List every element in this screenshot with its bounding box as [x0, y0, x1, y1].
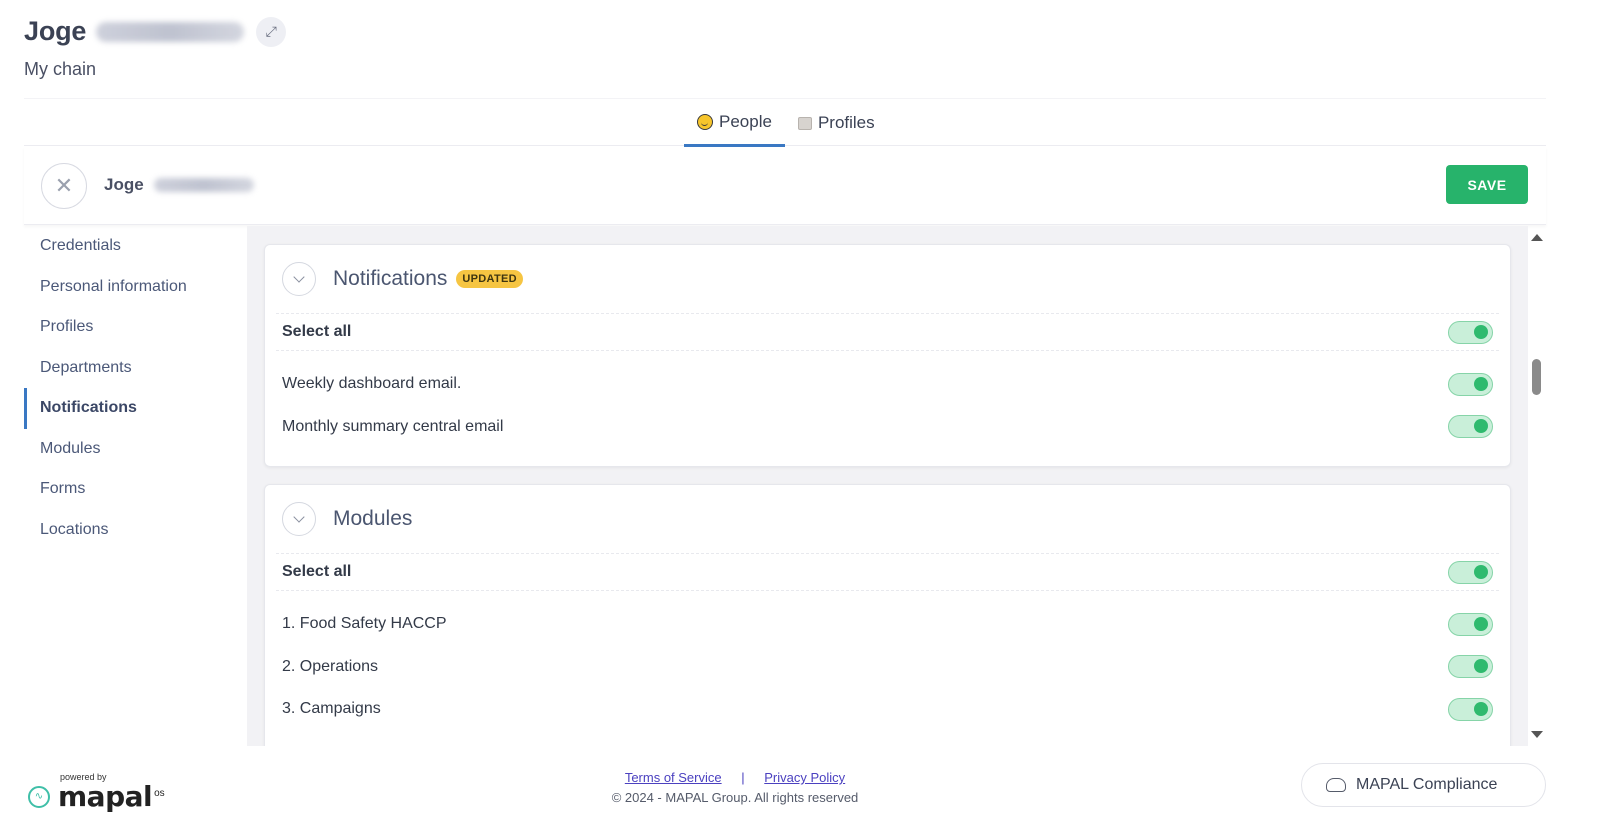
scrollbar[interactable] — [1528, 226, 1546, 746]
page-title: Joge — [24, 16, 87, 46]
sidebar-item-profiles[interactable]: Profiles — [24, 307, 246, 348]
list-item: 2. Operations — [265, 646, 1510, 689]
notifications-card: Notifications UPDATED Select all Weekly … — [264, 244, 1511, 467]
item-label: Monthly summary central email — [282, 417, 504, 435]
close-button[interactable]: ✕ — [41, 163, 87, 209]
link-separator: | — [741, 770, 745, 785]
item-label: Weekly dashboard email. — [282, 375, 462, 393]
item-label: 1. Food Safety HACCP — [282, 615, 447, 633]
cloud-icon — [1326, 778, 1346, 792]
item-toggle[interactable] — [1448, 697, 1493, 721]
select-all-row: Select all — [276, 553, 1499, 591]
page-header: Joge ⤢ My chain — [24, 16, 287, 80]
chevron-down-icon[interactable] — [282, 262, 316, 296]
blurred-surname — [153, 178, 254, 192]
list-item: 3. Campaigns — [265, 688, 1510, 731]
tabs-bar: People Profiles — [24, 98, 1546, 147]
expand-icon[interactable]: ⤢ — [256, 16, 287, 47]
select-all-label: Select all — [282, 323, 352, 340]
sidebar-item-modules[interactable]: Modules — [24, 429, 246, 470]
item-label: 3. Campaigns — [282, 700, 381, 718]
blurred-surname — [96, 21, 245, 42]
edit-bar: ✕ Joge SAVE — [24, 147, 1546, 225]
sidebar-item-departments[interactable]: Departments — [24, 348, 246, 389]
item-toggle[interactable] — [1448, 415, 1493, 439]
sidebar-item-credentials[interactable]: Credentials — [24, 226, 246, 267]
list-item: Weekly dashboard email. — [265, 363, 1510, 406]
select-all-toggle[interactable] — [1448, 320, 1493, 344]
status-badge: UPDATED — [456, 270, 523, 288]
select-all-row: Select all — [276, 313, 1499, 351]
close-icon: ✕ — [54, 173, 74, 198]
sidebar: Credentials Personal information Profile… — [24, 226, 246, 550]
save-button[interactable]: SAVE — [1446, 165, 1528, 204]
tab-people[interactable]: People — [684, 99, 785, 147]
scrollbar-thumb[interactable] — [1532, 359, 1541, 395]
chevron-down-icon[interactable] — [282, 502, 316, 536]
page: Joge ⤢ My chain People Profiles ✕ Joge S… — [0, 0, 1600, 835]
compliance-button[interactable]: MAPAL Compliance — [1301, 763, 1546, 807]
edit-user-name: Joge — [104, 175, 254, 195]
smiley-icon — [697, 113, 713, 130]
edit-user-first-name: Joge — [104, 175, 144, 194]
sidebar-item-personal-information[interactable]: Personal information — [24, 267, 246, 308]
list-item: Monthly summary central email — [265, 406, 1510, 449]
terms-link[interactable]: Terms of Service — [625, 770, 722, 785]
item-toggle[interactable] — [1448, 372, 1493, 396]
sidebar-item-notifications[interactable]: Notifications — [24, 388, 246, 429]
modules-card: Modules Select all 1. Food Safety HACCP … — [264, 484, 1511, 746]
tab-profiles[interactable]: Profiles — [785, 99, 888, 147]
card-title: Modules — [333, 507, 413, 530]
item-label: 2. Operations — [282, 657, 379, 675]
sidebar-item-locations[interactable]: Locations — [24, 510, 246, 551]
tab-people-label: People — [719, 111, 772, 131]
tab-profiles-label: Profiles — [817, 113, 875, 132]
sidebar-item-forms[interactable]: Forms — [24, 469, 246, 510]
content-panel: Notifications UPDATED Select all Weekly … — [247, 226, 1528, 746]
list-item: 1. Food Safety HACCP — [265, 603, 1510, 646]
item-toggle[interactable] — [1448, 612, 1493, 636]
footer-links: Terms of Service | Privacy Policy — [0, 770, 1470, 785]
scroll-up-arrow-icon[interactable] — [1531, 234, 1543, 241]
compliance-button-label: MAPAL Compliance — [1356, 776, 1498, 793]
scroll-down-arrow-icon[interactable] — [1531, 731, 1543, 738]
box-icon — [797, 116, 812, 130]
copyright: © 2024 - MAPAL Group. All rights reserve… — [611, 790, 859, 805]
item-toggle[interactable] — [1448, 655, 1493, 679]
page-subtitle: My chain — [24, 59, 97, 79]
privacy-link[interactable]: Privacy Policy — [764, 770, 845, 785]
select-all-toggle[interactable] — [1448, 560, 1493, 584]
footer: powered by ∿ mapal os Terms of Service |… — [0, 746, 1600, 835]
select-all-label: Select all — [282, 563, 352, 580]
card-title: Notifications — [333, 267, 448, 290]
